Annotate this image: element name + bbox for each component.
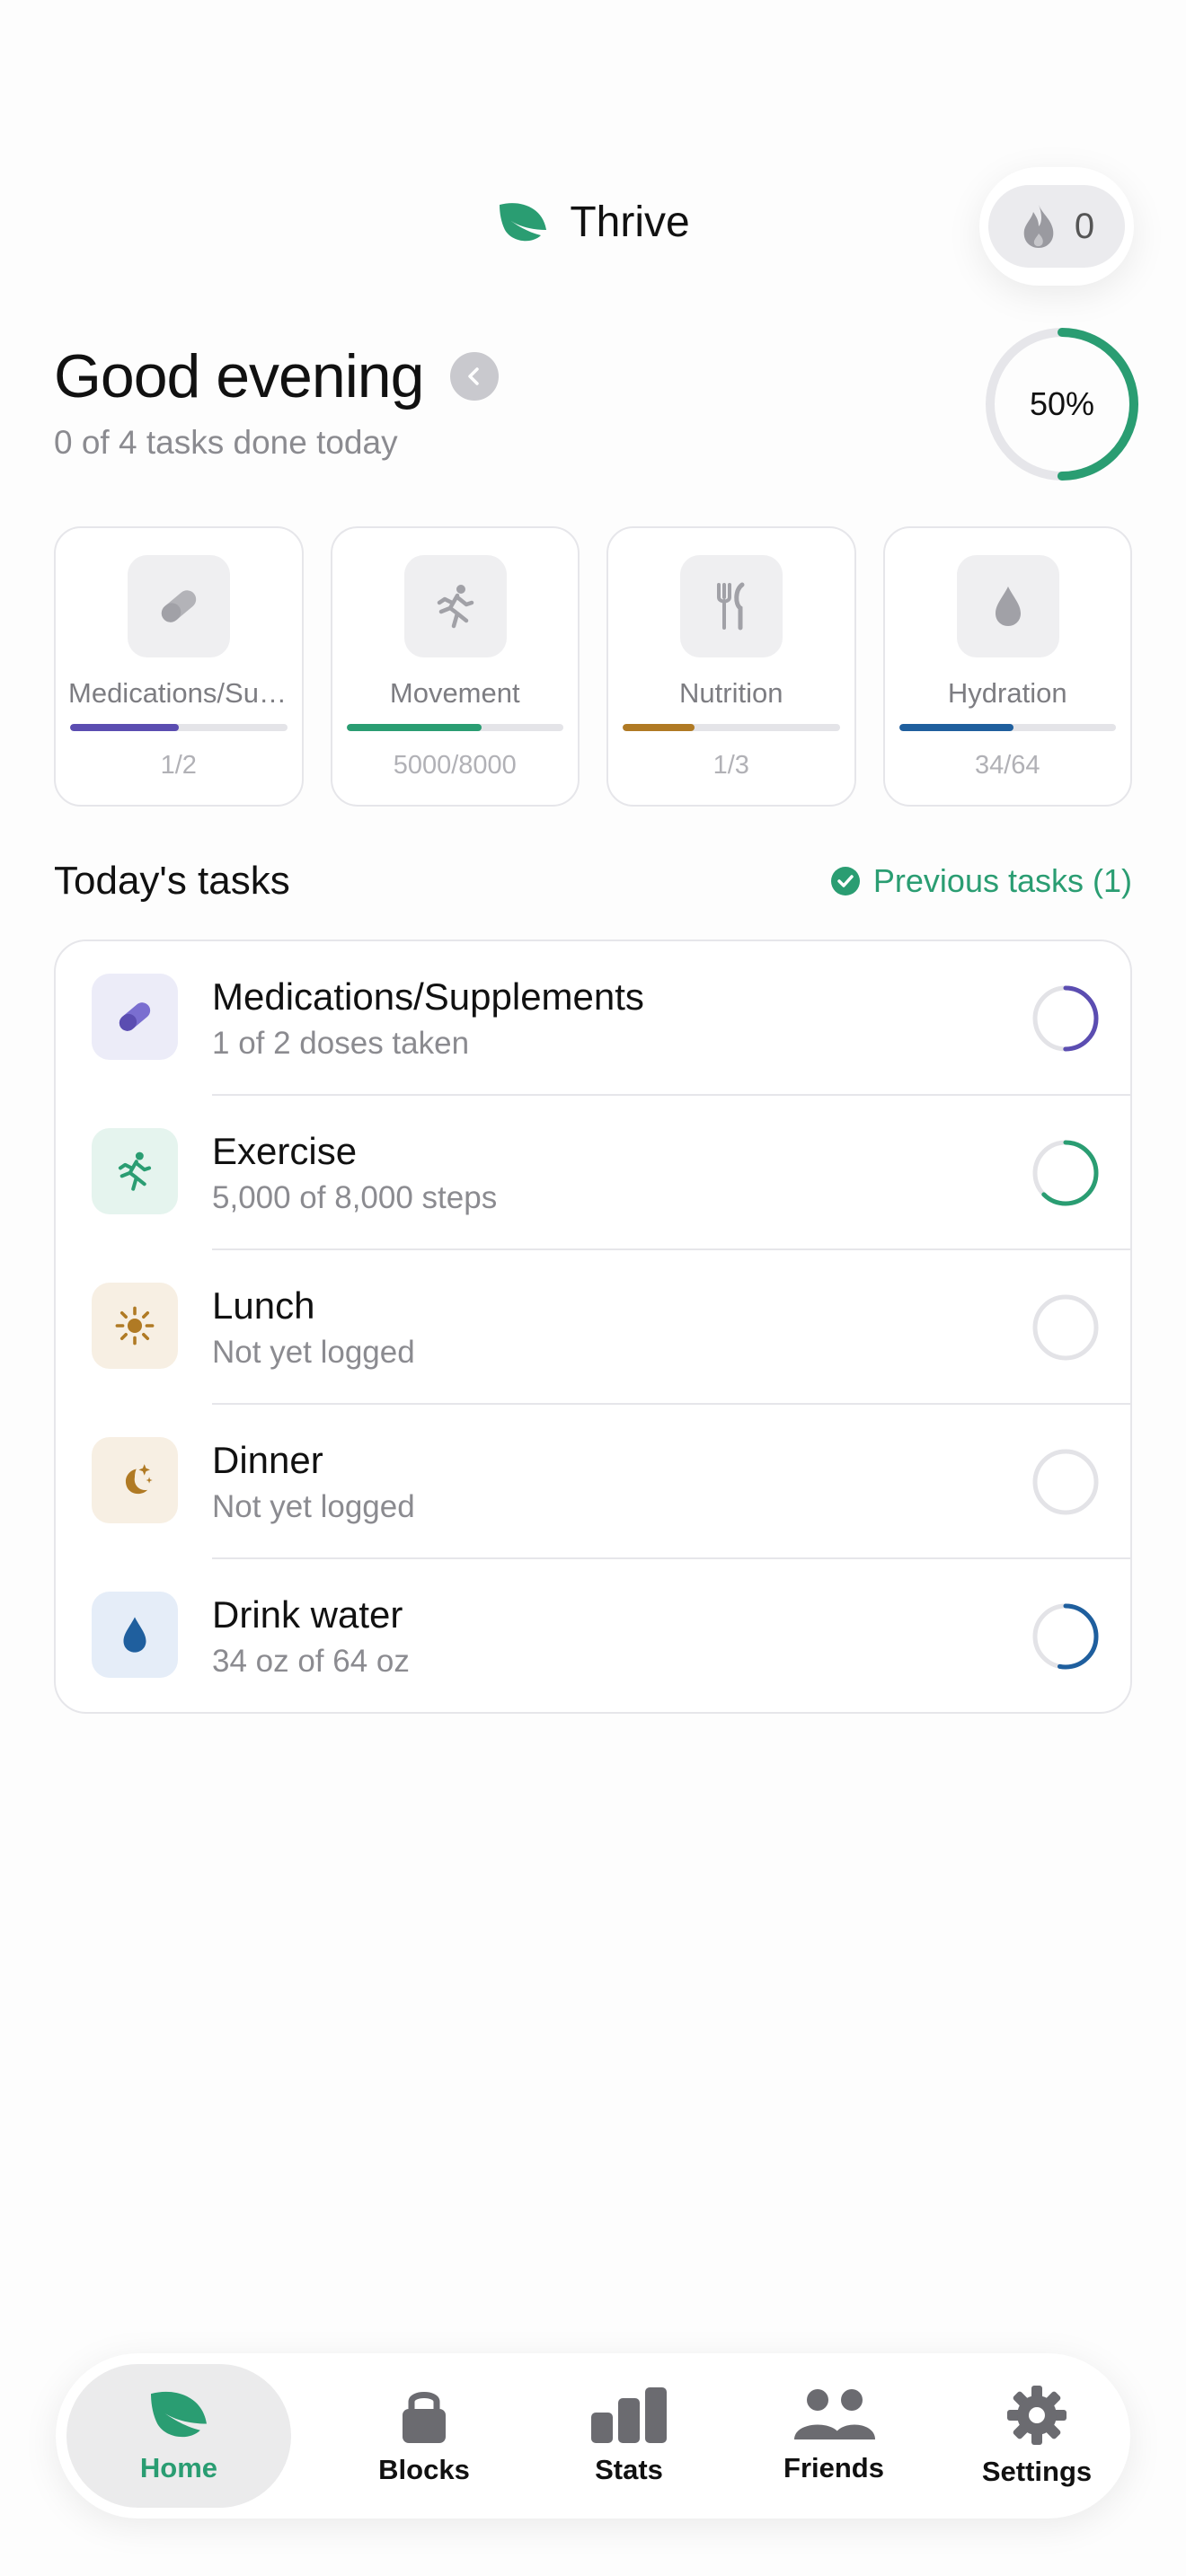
category-value: 5000/8000	[393, 751, 517, 780]
task-status: 5,000 of 8,000 steps	[212, 1180, 498, 1215]
category-progress-bar	[623, 724, 840, 731]
category-cards: Medications/Supplements 1/2 Movement 500…	[54, 526, 1132, 807]
runner-icon	[437, 585, 474, 629]
category-icon-box	[956, 555, 1059, 657]
nav-friends[interactable]: Friends	[726, 2353, 942, 2519]
task-status: Not yet logged	[212, 1335, 415, 1370]
task-status: 34 oz of 64 oz	[212, 1644, 410, 1679]
category-icon-box	[128, 555, 230, 657]
streak-count: 0	[1074, 206, 1095, 246]
task-status: Not yet logged	[212, 1489, 415, 1524]
app-name: Thrive	[570, 198, 690, 246]
task-progress-ring[interactable]	[1031, 984, 1100, 1053]
task-progress-ring[interactable]	[1031, 1139, 1100, 1207]
greeting: Good evening	[54, 341, 500, 411]
task-name: Medications/Supplements	[212, 975, 644, 1018]
task-icon-box	[92, 1283, 178, 1369]
chevron-left-icon	[468, 367, 480, 385]
task-row-medications[interactable]: Medications/Supplements 1 of 2 doses tak…	[56, 941, 1130, 1096]
previous-tasks-label: Previous tasks (1)	[872, 862, 1132, 899]
bottom-nav: Home Blocks Stats Friends Settings	[56, 2353, 1130, 2519]
tasks-done-summary: 0 of 4 tasks done today	[54, 424, 398, 461]
people-icon	[794, 2389, 875, 2439]
pill-icon	[161, 590, 197, 622]
task-icon-box	[92, 1437, 178, 1523]
nav-label: Home	[139, 2452, 218, 2483]
category-value: 34/64	[974, 751, 1040, 780]
task-name: Drink water	[212, 1593, 403, 1636]
category-card-movement[interactable]: Movement 5000/8000	[330, 526, 580, 807]
nav-settings[interactable]: Settings	[929, 2353, 1145, 2519]
category-value: 1/2	[160, 751, 197, 780]
category-card-medications[interactable]: Medications/Supplements 1/2	[54, 526, 304, 807]
task-name: Lunch	[212, 1284, 315, 1327]
category-card-nutrition[interactable]: Nutrition 1/3	[606, 526, 856, 807]
progress-percent: 50%	[1029, 385, 1095, 422]
check-circle-icon	[830, 867, 860, 895]
category-progress-bar	[898, 724, 1116, 731]
nav-label: Friends	[783, 2452, 884, 2483]
category-label: Nutrition	[679, 677, 783, 709]
task-row-lunch[interactable]: Lunch Not yet logged	[56, 1250, 1130, 1405]
task-name: Dinner	[212, 1439, 323, 1481]
greeting-title: Good evening	[54, 342, 424, 410]
category-progress-bar	[70, 724, 288, 731]
task-progress-ring[interactable]	[1031, 1293, 1100, 1362]
tasks-section-title: Today's tasks	[54, 859, 290, 903]
category-label: Movement	[389, 677, 520, 709]
nav-label: Blocks	[378, 2454, 470, 2485]
collapse-button[interactable]	[450, 352, 500, 401]
water-drop-icon	[123, 1617, 146, 1653]
nav-home[interactable]: Home	[66, 2364, 291, 2508]
fork-knife-icon	[717, 582, 745, 631]
flame-icon	[1023, 205, 1054, 248]
task-icon-box	[92, 974, 178, 1060]
category-value: 1/3	[712, 751, 749, 780]
nav-stats[interactable]: Stats	[521, 2353, 737, 2519]
task-row-exercise[interactable]: Exercise 5,000 of 8,000 steps	[56, 1096, 1130, 1250]
task-progress-ring[interactable]	[1031, 1602, 1100, 1671]
pill-icon	[119, 1002, 151, 1031]
category-label: Hydration	[947, 677, 1067, 709]
task-row-dinner[interactable]: Dinner Not yet logged	[56, 1405, 1130, 1559]
bar-chart-icon	[591, 2387, 667, 2443]
task-name: Exercise	[212, 1130, 358, 1172]
task-icon-box	[92, 1592, 178, 1678]
moon-stars-icon	[125, 1464, 153, 1495]
leaf-icon	[151, 2391, 207, 2438]
category-label: Medications/Supplements	[68, 677, 289, 709]
daily-progress-ring: 50%	[983, 325, 1141, 483]
previous-tasks-link[interactable]: Previous tasks (1)	[830, 862, 1132, 900]
task-status: 1 of 2 doses taken	[212, 1026, 470, 1061]
category-icon-box	[403, 555, 507, 657]
nav-blocks[interactable]: Blocks	[316, 2353, 532, 2519]
water-drop-icon	[995, 587, 1021, 626]
category-progress-bar	[346, 724, 563, 731]
task-row-water[interactable]: Drink water 34 oz of 64 oz	[56, 1559, 1130, 1714]
lock-icon	[403, 2392, 446, 2443]
leaf-logo-icon	[500, 202, 547, 241]
streak-button[interactable]: 0	[979, 167, 1134, 286]
nav-label: Settings	[981, 2456, 1093, 2487]
task-list: Medications/Supplements 1 of 2 doses tak…	[54, 940, 1132, 1714]
sun-icon	[115, 1306, 155, 1345]
task-icon-box	[92, 1128, 178, 1214]
gear-icon	[1007, 2386, 1067, 2445]
category-icon-box	[680, 555, 783, 657]
nav-label: Stats	[595, 2454, 663, 2485]
streak-pill[interactable]: 0	[988, 185, 1125, 268]
category-card-hydration[interactable]: Hydration 34/64	[882, 526, 1132, 807]
task-progress-ring[interactable]	[1031, 1448, 1100, 1516]
runner-icon	[118, 1151, 152, 1191]
